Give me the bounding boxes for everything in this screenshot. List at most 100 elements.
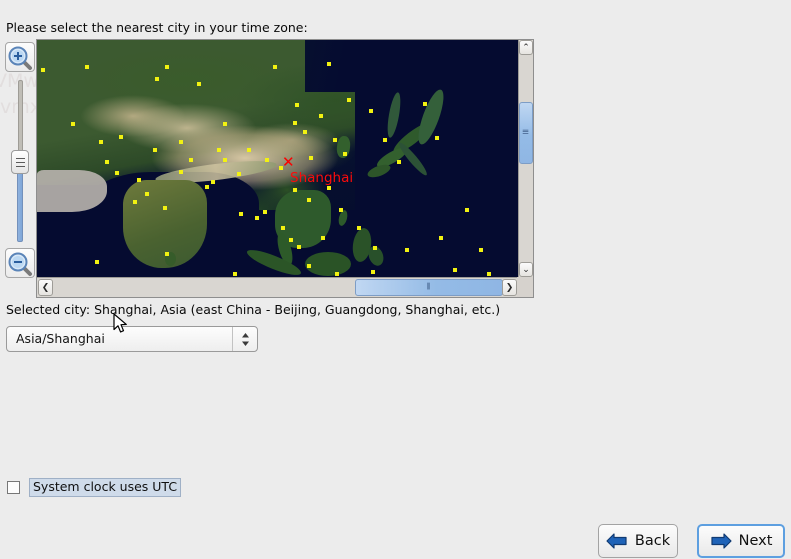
city-dot[interactable] xyxy=(281,226,285,230)
system-clock-utc-row[interactable]: System clock uses UTC xyxy=(7,478,182,498)
city-dot[interactable] xyxy=(153,148,157,152)
city-dot[interactable] xyxy=(297,245,301,249)
ocean-pacific-north xyxy=(305,40,365,92)
timezone-select[interactable]: Asia/Shanghai xyxy=(6,326,258,352)
scroll-left-button[interactable]: ❮ xyxy=(38,279,53,296)
city-dot[interactable] xyxy=(319,114,323,118)
city-dot[interactable] xyxy=(197,82,201,86)
city-dot[interactable] xyxy=(293,121,297,125)
city-dot[interactable] xyxy=(41,68,45,72)
city-dot[interactable] xyxy=(145,192,149,196)
city-dot[interactable] xyxy=(487,272,491,276)
city-dot[interactable] xyxy=(205,185,209,189)
city-dot[interactable] xyxy=(179,140,183,144)
ocean-south-china-sea xyxy=(252,210,372,277)
city-dot[interactable] xyxy=(383,138,387,142)
city-dot[interactable] xyxy=(295,103,299,107)
city-dot[interactable] xyxy=(309,156,313,160)
city-dot[interactable] xyxy=(347,98,351,102)
timezone-map[interactable]: ✕ Shanghai ⌃ ≡ ⌄ ❮ ⦀ ❯ xyxy=(36,39,534,298)
city-dot[interactable] xyxy=(303,130,307,134)
city-dot[interactable] xyxy=(435,136,439,140)
scroll-right-button[interactable]: ❯ xyxy=(502,279,517,296)
zoom-slider-track-upper xyxy=(18,80,23,156)
system-clock-utc-label: System clock uses UTC xyxy=(29,478,182,498)
city-dot[interactable] xyxy=(327,186,331,190)
city-dot[interactable] xyxy=(119,135,123,139)
selected-city-marker: ✕ xyxy=(282,153,295,171)
city-dot[interactable] xyxy=(371,270,375,274)
city-dot[interactable] xyxy=(99,140,103,144)
map-vertical-scrollbar[interactable]: ⌃ ≡ ⌄ xyxy=(518,40,533,277)
city-dot[interactable] xyxy=(223,158,227,162)
city-dot[interactable] xyxy=(105,160,109,164)
timezone-select-value: Asia/Shanghai xyxy=(16,331,105,346)
city-dot[interactable] xyxy=(165,65,169,69)
city-dot[interactable] xyxy=(479,248,483,252)
zoom-slider-track-lower xyxy=(17,166,23,242)
city-dot[interactable] xyxy=(95,260,99,264)
system-clock-utc-checkbox[interactable] xyxy=(7,481,20,495)
zoom-out-button[interactable] xyxy=(5,248,35,278)
scroll-up-button[interactable]: ⌃ xyxy=(519,40,533,55)
chevron-left-icon: ❮ xyxy=(41,282,50,293)
city-dot[interactable] xyxy=(71,122,75,126)
city-dot[interactable] xyxy=(211,180,215,184)
zoom-slider[interactable] xyxy=(11,80,29,242)
city-dot[interactable] xyxy=(85,65,89,69)
chevron-right-icon: ❯ xyxy=(505,282,514,293)
chevron-down-icon: ⌄ xyxy=(522,264,530,275)
city-dot[interactable] xyxy=(165,252,169,256)
city-dot[interactable] xyxy=(223,122,227,126)
city-dot[interactable] xyxy=(133,200,137,204)
city-dot[interactable] xyxy=(343,152,347,156)
city-dot[interactable] xyxy=(289,238,293,242)
zoom-in-button[interactable] xyxy=(5,42,35,72)
city-dot[interactable] xyxy=(179,170,183,174)
horizontal-scroll-thumb[interactable]: ⦀ xyxy=(355,279,503,296)
city-dot[interactable] xyxy=(423,102,427,106)
city-dot[interactable] xyxy=(137,178,141,182)
vertical-scroll-thumb[interactable]: ≡ xyxy=(519,102,533,164)
city-dot[interactable] xyxy=(239,212,243,216)
page-title: Please select the nearest city in your t… xyxy=(6,20,308,35)
city-dot[interactable] xyxy=(237,172,241,176)
city-dot[interactable] xyxy=(307,264,311,268)
city-dot[interactable] xyxy=(465,208,469,212)
city-dot[interactable] xyxy=(357,226,361,230)
city-dot[interactable] xyxy=(397,160,401,164)
city-dot[interactable] xyxy=(247,148,251,152)
map-viewport[interactable]: ✕ Shanghai xyxy=(37,40,518,277)
city-dot[interactable] xyxy=(335,272,339,276)
city-dot[interactable] xyxy=(217,148,221,152)
city-dot[interactable] xyxy=(255,216,259,220)
city-dot[interactable] xyxy=(233,272,237,276)
city-dot[interactable] xyxy=(439,236,443,240)
city-dot[interactable] xyxy=(189,158,193,162)
magnifier-plus-icon xyxy=(6,45,34,71)
city-dot[interactable] xyxy=(327,62,331,66)
back-button[interactable]: Back xyxy=(598,524,678,558)
scrollbar-corner xyxy=(517,277,533,297)
next-button[interactable]: Next xyxy=(697,524,785,558)
ocean-arabian-sea xyxy=(37,185,133,277)
city-dot[interactable] xyxy=(339,208,343,212)
city-dot[interactable] xyxy=(307,198,311,202)
city-dot[interactable] xyxy=(453,268,457,272)
city-dot[interactable] xyxy=(405,248,409,252)
map-horizontal-scrollbar[interactable]: ❮ ⦀ ❯ xyxy=(37,277,518,297)
chevron-up-down-icon[interactable] xyxy=(232,327,257,351)
city-dot[interactable] xyxy=(263,210,267,214)
city-dot[interactable] xyxy=(321,236,325,240)
city-dot[interactable] xyxy=(115,171,119,175)
city-dot[interactable] xyxy=(373,246,377,250)
scroll-down-button[interactable]: ⌄ xyxy=(519,262,533,277)
city-dot[interactable] xyxy=(265,158,269,162)
city-dot[interactable] xyxy=(155,77,159,81)
zoom-slider-handle[interactable] xyxy=(11,150,29,174)
city-dot[interactable] xyxy=(333,138,337,142)
city-dot[interactable] xyxy=(273,65,277,69)
city-dot[interactable] xyxy=(369,109,373,113)
city-dot[interactable] xyxy=(163,206,167,210)
city-dot[interactable] xyxy=(293,188,297,192)
